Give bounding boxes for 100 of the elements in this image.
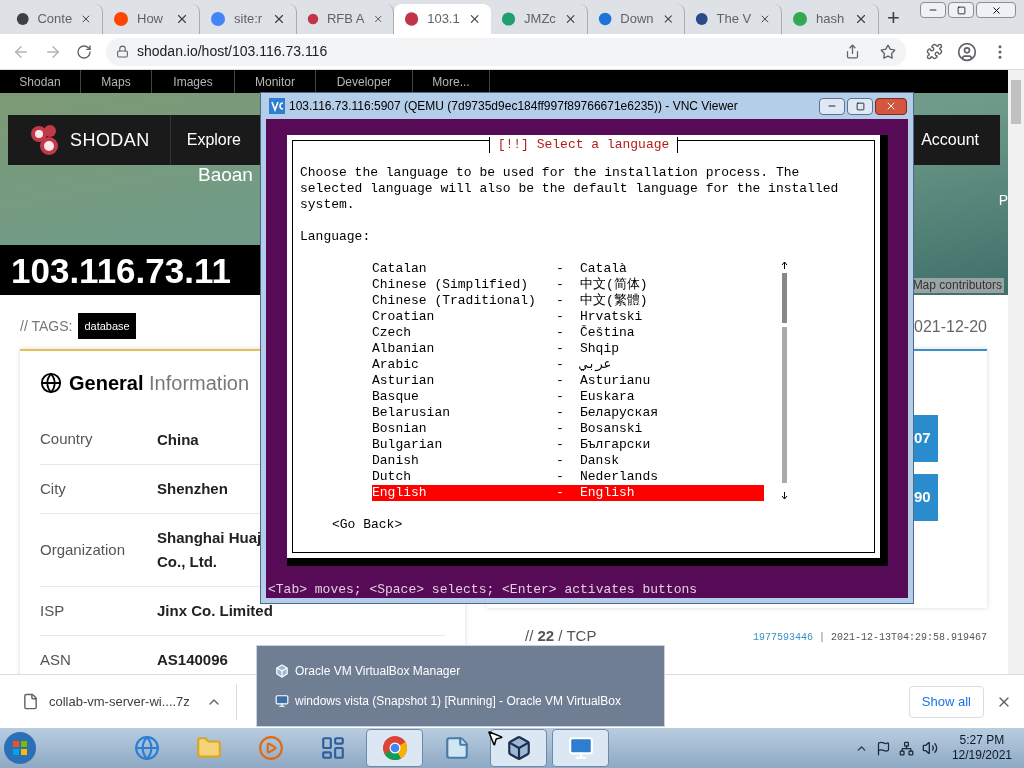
- monitor-icon: [567, 735, 594, 761]
- ip-address: 103.116.73.11: [11, 252, 231, 288]
- list-scrollbar[interactable]: [780, 261, 789, 501]
- banner-timestamp: 2021-12-13T04:29:58.919467: [830, 631, 987, 645]
- bookmark-icon[interactable]: [880, 43, 896, 60]
- language-option[interactable]: Danish - Dansk: [372, 453, 764, 469]
- separator-text: |: [818, 631, 825, 645]
- clock-time: 5:27 PM: [959, 733, 1005, 748]
- info-label: ISP: [40, 600, 66, 621]
- info-value: Shanghai Huaj Co., Ltd.: [157, 528, 262, 572]
- restore-icon: [956, 5, 966, 15]
- cursor-icon: [486, 729, 504, 747]
- panel-icon: [319, 735, 346, 761]
- language-option[interactable]: Bulgarian - Български: [372, 437, 764, 453]
- cube-icon: [275, 664, 289, 678]
- language-option[interactable]: English - English: [372, 485, 764, 501]
- go-back-button[interactable]: <Go Back>: [332, 517, 403, 533]
- tab-title: How: [137, 10, 163, 29]
- tab-title: hash: [816, 10, 845, 29]
- minimize-button[interactable]: [920, 2, 946, 18]
- maximize-button[interactable]: [847, 97, 873, 115]
- restore-button[interactable]: [948, 2, 974, 18]
- extensions-icon[interactable]: [926, 43, 943, 60]
- notepad-icon: [443, 735, 470, 761]
- info-label: ASN: [40, 649, 72, 670]
- map-label: P: [998, 191, 1008, 210]
- info-value: China: [157, 429, 199, 450]
- maximize-icon: [855, 101, 865, 111]
- tab-title: JMZc: [524, 10, 556, 29]
- service-heading: // 22 / TCP: [525, 628, 597, 644]
- language-option[interactable]: Chinese (Traditional) - 中文(繁體): [372, 293, 764, 309]
- language-option[interactable]: Albanian - Shqip: [372, 341, 764, 357]
- page-scrollbar[interactable]: [1008, 70, 1024, 674]
- header-link[interactable]: Explore: [170, 115, 255, 165]
- info-value: Shenzhen: [157, 479, 228, 499]
- banner-id-link[interactable]: 1977593446: [752, 630, 813, 645]
- language-option[interactable]: Chinese (Simplified) - 中文(简体): [372, 277, 764, 293]
- share-icon[interactable]: [845, 44, 860, 59]
- folder-icon: [195, 735, 222, 761]
- media-player-icon: [257, 735, 284, 761]
- language-option[interactable]: Belarusian - Беларуская: [372, 405, 764, 421]
- close-icon[interactable]: [272, 12, 286, 26]
- download-file-name[interactable]: collab-vm-server-wi....7z: [49, 691, 190, 712]
- volume-icon[interactable]: [921, 740, 938, 756]
- show-all-button[interactable]: Show all: [908, 685, 984, 718]
- minimize-button[interactable]: [819, 97, 845, 115]
- globe-icon: [40, 372, 62, 394]
- browser-tab[interactable]: 103.1: [394, 4, 491, 34]
- window-list-item[interactable]: Oracle VM VirtualBox Manager: [275, 662, 664, 680]
- new-tab-button[interactable]: +: [887, 7, 900, 29]
- language-option[interactable]: Basque - Euskara: [372, 389, 764, 405]
- dialog-title: [!!] Select a language: [488, 137, 679, 153]
- url-text: shodan.io/host/103.116.73.116: [137, 42, 328, 61]
- start-orb-icon: [3, 731, 37, 765]
- close-icon: [885, 100, 897, 112]
- vnc-logo-icon: [269, 98, 285, 114]
- network-icon[interactable]: [898, 740, 914, 756]
- card-title: General Information: [69, 371, 250, 396]
- lock-icon: [116, 45, 129, 58]
- map-label: Baoan: [198, 163, 253, 187]
- account-link[interactable]: Account: [915, 115, 1000, 165]
- tab-title: site:r: [234, 10, 263, 29]
- close-icon[interactable]: [175, 12, 189, 26]
- browser-globe-icon: [133, 735, 160, 761]
- flag-icon[interactable]: [875, 740, 891, 756]
- port-tile[interactable]: 07: [912, 415, 938, 462]
- info-value: AS140096: [157, 650, 228, 670]
- cube-icon: [505, 735, 532, 761]
- address-field[interactable]: shodan.io/host/103.116.73.116: [106, 37, 906, 66]
- profile-icon[interactable]: [957, 41, 977, 62]
- window-list-label: Oracle VM VirtualBox Manager: [295, 663, 461, 680]
- tab-title: The V: [716, 10, 752, 29]
- language-option[interactable]: Bosnian - Bosanski: [372, 421, 764, 437]
- language-option[interactable]: Croatian - Hrvatski: [372, 309, 764, 325]
- language-option[interactable]: Dutch - Nederlands: [372, 469, 764, 485]
- last-seen-date: 021-12-20: [914, 317, 987, 337]
- port-tile[interactable]: 90: [912, 474, 938, 521]
- reload-icon[interactable]: [76, 43, 92, 60]
- chrome-icon: [381, 735, 408, 761]
- info-label: City: [40, 478, 67, 499]
- tab-title: Conte: [37, 10, 73, 29]
- language-option[interactable]: Czech - Čeština: [372, 325, 764, 341]
- info-label: Organization: [40, 539, 127, 560]
- window-list-item[interactable]: windows vista (Snapshot 1) [Running] - Oracle VM VirtualBox: [275, 692, 664, 710]
- intro-paragraph: Choose the language to be used for the installation process. The selected language will also be the default language for the installed system.: [300, 165, 840, 213]
- info-value: Jinx Co. Limited: [157, 601, 273, 621]
- close-window-button[interactable]: [875, 97, 907, 115]
- info-label: Country: [40, 429, 94, 450]
- window-list-label: windows vista (Snapshot 1) [Running] - Oracle VM VirtualBox: [295, 693, 621, 710]
- monitor-icon: [275, 694, 289, 708]
- language-option[interactable]: Asturian - Asturianu: [372, 373, 764, 389]
- close-icon[interactable]: [854, 12, 868, 26]
- taskbar-button[interactable]: [490, 729, 547, 767]
- tag-chip[interactable]: database: [78, 312, 136, 340]
- close-icon: [990, 4, 1002, 16]
- language-option[interactable]: Catalan - Català: [372, 261, 764, 277]
- clock[interactable]: 5:27 PM 12/19/2021: [951, 733, 1012, 763]
- tags-label: // TAGS:: [20, 316, 73, 336]
- shodan-logo-text: SHODAN: [70, 128, 150, 152]
- tab-title: 103.1: [427, 10, 460, 29]
